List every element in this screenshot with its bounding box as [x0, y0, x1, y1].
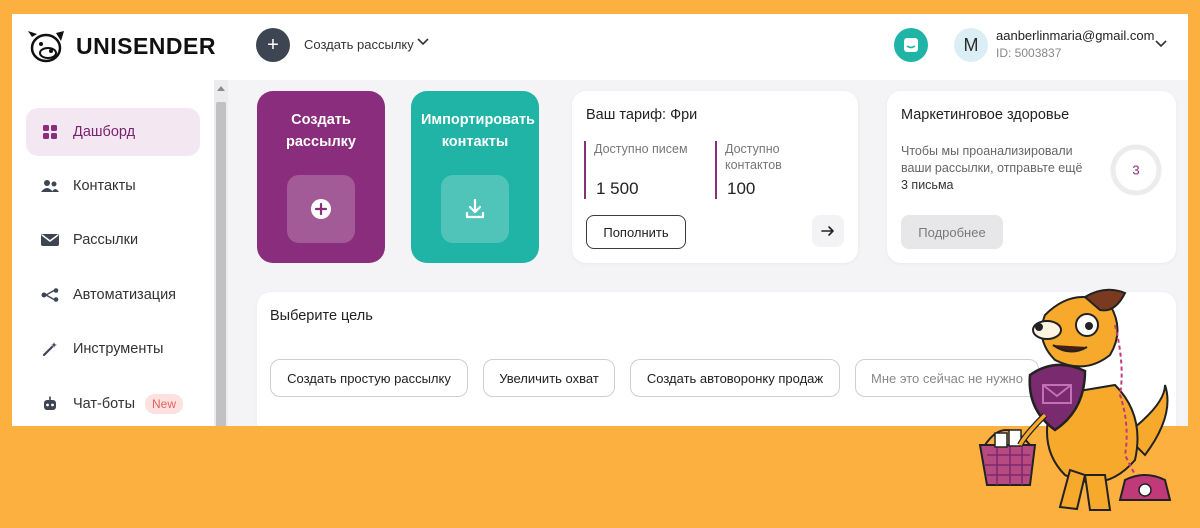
sidebar-item-dashboard[interactable]: Дашборд — [26, 108, 200, 156]
sidebar-item-label: Дашборд — [73, 124, 136, 140]
sidebar-item-label: Контакты — [73, 178, 136, 194]
goal-title: Выберите цель — [270, 308, 373, 324]
sidebar-item-campaigns[interactable]: Рассылки — [26, 216, 200, 264]
contacts-icon — [39, 179, 61, 193]
emails-label: Доступно писем — [594, 142, 688, 156]
arrow-right-icon — [821, 226, 834, 236]
chevron-down-icon[interactable] — [1155, 40, 1167, 48]
topup-button[interactable]: Пополнить — [586, 215, 686, 249]
user-id: ID: 5003837 — [996, 46, 1062, 60]
robot-icon — [39, 396, 61, 412]
top-bar: UNISENDER + Создать рассылку M aanberlin… — [12, 14, 1188, 80]
plus-icon — [311, 199, 331, 219]
health-text-strong: 3 письма — [901, 178, 954, 192]
logo[interactable]: UNISENDER — [26, 27, 216, 65]
sidebar-item-label: Рассылки — [73, 232, 139, 248]
goal-simple-campaign-button[interactable]: Создать простую рассылку — [270, 359, 468, 397]
sidebar-item-chatbots[interactable]: Чат-боты New — [26, 380, 200, 426]
sidebar-item-automation[interactable]: Автоматизация — [26, 271, 200, 319]
tile-action-box[interactable] — [287, 175, 355, 243]
tile-title: Импортировать контакты — [421, 112, 535, 150]
emails-stat: Доступно писем 1 500 — [584, 141, 704, 199]
new-badge: New — [145, 394, 184, 414]
contacts-stat: Доступно контактов 100 — [715, 141, 835, 199]
dog-mascot-illustration — [978, 288, 1172, 511]
marketing-health-card: Маркетинговое здоровье Чтобы мы проанали… — [887, 91, 1176, 263]
sidebar-item-label: Инструменты — [73, 341, 164, 357]
create-campaign-tile[interactable]: Создать рассылку — [257, 91, 385, 263]
create-campaign-dropdown[interactable]: Создать рассылку — [304, 37, 414, 52]
tile-title: Создать рассылку — [286, 112, 356, 150]
sidebar-item-label: Автоматизация — [73, 287, 177, 303]
sidebar-item-contacts[interactable]: Контакты — [26, 162, 200, 210]
tariff-card: Ваш тариф: Фри Доступно писем 1 500 Дост… — [572, 91, 858, 263]
dog-logo-icon — [28, 31, 64, 63]
support-chat-button[interactable] — [894, 28, 928, 62]
contacts-value: 100 — [727, 179, 756, 198]
import-contacts-tile[interactable]: Импортировать контакты — [411, 91, 539, 263]
mail-icon — [39, 233, 61, 247]
sidebar-item-tools[interactable]: Инструменты — [26, 325, 200, 373]
emails-value: 1 500 — [596, 179, 639, 198]
avatar-initial: M — [963, 34, 979, 55]
create-campaign-plus-button[interactable]: + — [256, 28, 290, 62]
more-details-button[interactable]: Подробнее — [901, 215, 1003, 249]
goal-increase-reach-button[interactable]: Увеличить охват — [483, 359, 615, 397]
magic-wand-icon — [39, 341, 61, 357]
download-icon — [465, 198, 485, 219]
chat-icon — [904, 38, 918, 52]
sidebar-item-label: Чат-боты — [73, 396, 135, 412]
dashboard-icon — [39, 124, 61, 140]
sidebar-scrollbar[interactable] — [214, 80, 228, 426]
health-text: Чтобы мы проанализировали ваши рассылки,… — [901, 144, 1083, 175]
brand-name: UNISENDER — [76, 32, 216, 59]
avatar[interactable]: M — [954, 28, 988, 62]
health-progress-ring: 3 — [1109, 143, 1163, 202]
tariff-title: Ваш тариф: Фри — [586, 107, 698, 123]
plus-icon: + — [267, 33, 279, 56]
contacts-label: Доступно контактов — [725, 142, 782, 172]
scroll-thumb[interactable] — [216, 102, 226, 426]
health-ring-value: 3 — [1132, 163, 1139, 178]
tariff-details-button[interactable] — [812, 215, 844, 247]
health-title: Маркетинговое здоровье — [901, 107, 1070, 123]
health-description: Чтобы мы проанализировали ваши рассылки,… — [901, 143, 1091, 194]
tile-action-box[interactable] — [441, 175, 509, 243]
goal-sales-funnel-button[interactable]: Создать автоворонку продаж — [630, 359, 840, 397]
user-email[interactable]: aanberlinmaria@gmail.com — [996, 28, 1154, 43]
sidebar: Дашборд Контакты Рассылки Автоматизация … — [12, 80, 214, 426]
chevron-down-icon[interactable] — [417, 38, 429, 46]
automation-icon — [39, 288, 61, 302]
scroll-up-arrow-icon[interactable] — [217, 86, 225, 91]
